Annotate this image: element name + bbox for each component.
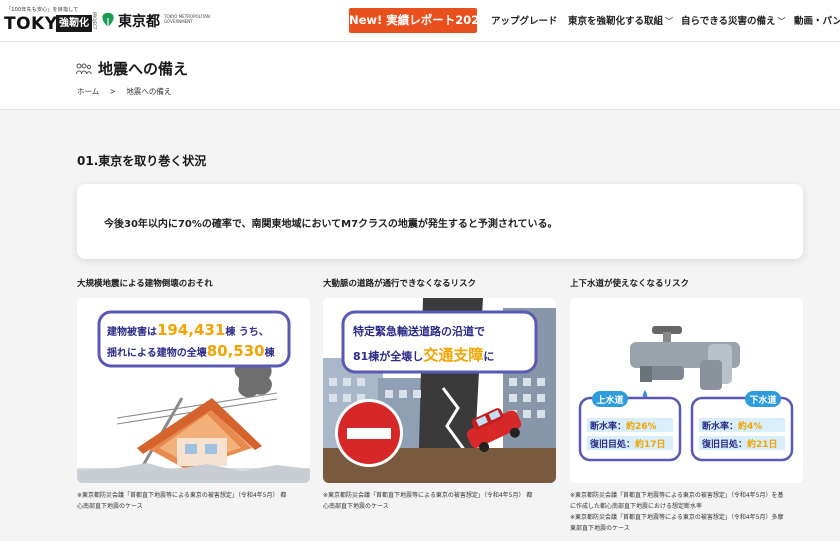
days-label: 復旧目処： bbox=[701, 438, 747, 450]
note-line: ※東京都防災会議「首都直下地震等による東京の被害想定」（令和4年5月） 都 bbox=[77, 492, 287, 499]
callout-text: 棟 うち、 bbox=[225, 325, 268, 338]
note-line: ※東京都防災会議「首都直下地震等による東京の被害想定」（令和4年5月）多摩 bbox=[570, 514, 784, 521]
sewer-label: 下水道 bbox=[749, 394, 776, 406]
sewer-outage-rate: 約4% bbox=[738, 420, 762, 432]
logo-tagline: 「100年先も安心」を目指して bbox=[6, 7, 79, 13]
collapsed-house-illustration: 建物被害は194,431棟 うち、 揺れによる建物の全壊80,530棟 bbox=[77, 310, 310, 483]
card-building-collapse: 建物被害は194,431棟 うち、 揺れによる建物の全壊80,530棟 bbox=[77, 298, 310, 483]
callout-text: 建物被害は bbox=[106, 325, 157, 338]
family-icon bbox=[76, 63, 92, 75]
nav-item-videos[interactable]: 動画・パン bbox=[794, 13, 840, 27]
ginkgo-icon bbox=[102, 12, 114, 27]
breadcrumb: ホーム > 地震への備え bbox=[77, 86, 179, 97]
source-note-roads: ※東京都防災会議「首都直下地震等による東京の被害想定」（令和4年5月） 都 心南… bbox=[323, 490, 558, 512]
nav-label: 動画・パン bbox=[794, 16, 840, 27]
column-title-roads: 大動脈の道路が通行できなくなるリスク bbox=[323, 279, 477, 289]
days-label: 復旧目処： bbox=[589, 438, 635, 450]
water-outage-rate: 約26% bbox=[626, 420, 657, 432]
notice-card: 今後30年以内に70%の確率で、南関東地域においてM7クラスの地震が発生すると予… bbox=[77, 184, 803, 259]
sewer-recovery-days: 約21日 bbox=[747, 438, 778, 450]
collapse-count: 80,530 bbox=[207, 342, 265, 360]
chevron-down-icon: ﹀ bbox=[777, 17, 786, 26]
nav-item-self-preparation[interactable]: 自らできる災害の備え ﹀ bbox=[681, 13, 786, 27]
note-line: 東部直下地震のケース bbox=[570, 525, 630, 532]
breadcrumb-home-link[interactable]: ホーム bbox=[77, 87, 99, 96]
nav-label: 東京を強靭化する取組 bbox=[568, 16, 664, 27]
traffic-obstruction-text: 交通支障 bbox=[423, 346, 483, 364]
card-road-blockage: 特定緊急輸送道路の沿道で 81棟が全壊し交通支障に bbox=[323, 298, 556, 483]
faucet-illustration: 上水道 断水率：約26% 復旧目処：約17日 下水道 断水率：約4% 復旧目処：… bbox=[578, 326, 794, 462]
breadcrumb-current: 地震への備え bbox=[126, 87, 172, 96]
callout-text: に bbox=[483, 350, 494, 363]
logo-project: PROJECT bbox=[92, 12, 97, 30]
note-line: ※東京都防災会議「首都直下地震等による東京の被害想定」（令和4年5月） 都 bbox=[323, 492, 533, 499]
notice-text: 今後30年以内に70%の確率で、南関東地域においてM7クラスの地震が発生すると予… bbox=[104, 219, 558, 230]
callout-text: 棟 bbox=[265, 346, 276, 359]
card-water-sewer: 上水道 断水率：約26% 復旧目処：約17日 下水道 断水率：約4% 復旧目処：… bbox=[570, 298, 803, 483]
breadcrumb-separator: > bbox=[109, 87, 116, 96]
road-blockage-illustration: 特定緊急輸送道路の沿道で 81棟が全壊し交通支障に bbox=[323, 298, 556, 483]
column-title-buildings: 大規模地震による建物倒壊のおそれ bbox=[77, 279, 213, 289]
chevron-down-icon: ﹀ bbox=[665, 17, 674, 26]
svg-text:断水率：約26%: 断水率：約26% bbox=[590, 420, 657, 432]
tokyo-metro-logo[interactable]: 東京都 TOKYO METROPOLITAN GOVERNMENT bbox=[101, 10, 211, 32]
report-2023-button[interactable]: New! 実績レポート2023 bbox=[349, 8, 487, 33]
site-header: 「100年先も安心」を目指して TOKYO 強靭化 PROJECT 東京都 TO… bbox=[0, 0, 840, 42]
svg-text:復旧目処：約17日: 復旧目処：約17日 bbox=[589, 438, 666, 450]
column-title-water: 上下水道が使えなくなるリスク bbox=[570, 279, 690, 289]
nav-item-initiatives[interactable]: 東京を強靭化する取組 ﹀ bbox=[568, 13, 673, 27]
tokyo-resilience-logo[interactable]: 「100年先も安心」を目指して TOKYO 強靭化 PROJECT bbox=[4, 6, 97, 36]
rate-label: 断水率： bbox=[590, 420, 626, 432]
svg-text:断水率：約4%: 断水率：約4% bbox=[702, 420, 762, 432]
note-line: ※東京都防災会議「首都直下地震等による東京の被害想定」（令和4年5月）を基 bbox=[570, 492, 784, 499]
source-note-water: ※東京都防災会議「首都直下地震等による東京の被害想定」（令和4年5月）を基 に作… bbox=[570, 490, 810, 534]
note-line: 心南部直下地震のケース bbox=[323, 503, 389, 510]
metro-name: 東京都 bbox=[118, 14, 160, 30]
metro-sub: TOKYO METROPOLITAN GOVERNMENT bbox=[164, 14, 210, 24]
section-title: 01.東京を取り巻く状況 bbox=[77, 154, 207, 168]
note-line: に作成した都心南部直下地震における想定断水率 bbox=[570, 503, 703, 510]
page-title: 地震への備え bbox=[98, 60, 189, 78]
callout-text: 揺れによる建物の全壊 bbox=[107, 346, 208, 359]
callout-text: 81棟が全壊し bbox=[353, 349, 423, 363]
nav-label: 自らできる災害の備え bbox=[681, 16, 776, 27]
rate-label: 断水率： bbox=[702, 420, 738, 432]
svg-text:復旧目処：約21日: 復旧目処：約21日 bbox=[701, 438, 778, 450]
nav-label: アップグレード bbox=[491, 16, 558, 27]
note-line: 心南部直下地震のケース bbox=[77, 503, 143, 510]
callout-text: 特定緊急輸送道路の沿道で bbox=[353, 324, 485, 338]
page-head: 地震への備え ホーム > 地震への備え bbox=[0, 42, 840, 110]
source-note-buildings: ※東京都防災会議「首都直下地震等による東京の被害想定」（令和4年5月） 都 心南… bbox=[77, 490, 312, 512]
building-damage-count: 194,431 bbox=[157, 321, 225, 339]
water-recovery-days: 約17日 bbox=[635, 438, 666, 450]
logo-badge: 強靭化 bbox=[56, 15, 92, 32]
water-supply-label: 上水道 bbox=[596, 394, 623, 406]
nav-item-upgrade[interactable]: アップグレード bbox=[491, 13, 558, 27]
